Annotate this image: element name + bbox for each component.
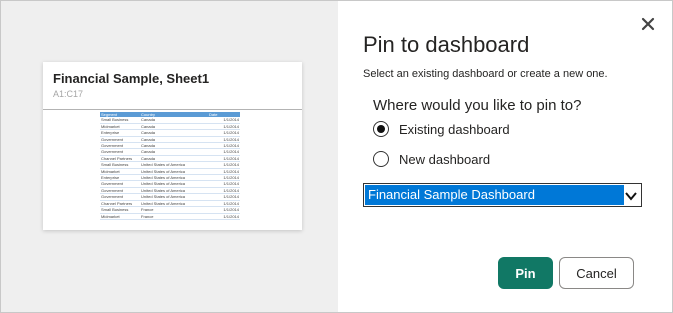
preview-table-row: Midmarket France 1/1/2014	[100, 213, 240, 220]
dashboard-select[interactable]: Financial Sample Dashboard	[363, 183, 642, 207]
existing-dashboard-label: Existing dashboard	[399, 121, 510, 137]
chevron-down-icon	[624, 189, 638, 201]
new-dashboard-label: New dashboard	[399, 151, 491, 167]
options-pane: Pin to dashboard Select an existing dash…	[338, 1, 672, 312]
pin-location-question: Where would you like to pin to?	[373, 97, 582, 114]
tile-title: Financial Sample, Sheet1	[53, 71, 210, 86]
new-dashboard-radio[interactable]	[373, 151, 389, 167]
dialog-title: Pin to dashboard	[363, 32, 530, 57]
dashboard-select-value: Financial Sample Dashboard	[365, 185, 624, 205]
dialog-subtitle: Select an existing dashboard or create a…	[363, 68, 608, 80]
existing-dashboard-radio[interactable]	[373, 121, 389, 137]
preview-table-cell: France	[140, 213, 208, 220]
tile-range: A1:C17	[53, 89, 84, 99]
preview-table: Segment Country Date Small Business Canad…	[100, 112, 240, 220]
pin-to-dashboard-dialog: Financial Sample, Sheet1 A1:C17 Segment …	[0, 0, 673, 313]
preview-table-cell: 1/1/2014	[208, 213, 240, 220]
existing-dashboard-option[interactable]: Existing dashboard	[373, 121, 510, 137]
tile-preview-card: Financial Sample, Sheet1 A1:C17 Segment …	[43, 62, 302, 230]
cancel-button[interactable]: Cancel	[559, 257, 634, 289]
pin-button[interactable]: Pin	[498, 257, 553, 289]
preview-pane: Financial Sample, Sheet1 A1:C17 Segment …	[1, 1, 338, 312]
new-dashboard-option[interactable]: New dashboard	[373, 151, 490, 167]
close-icon[interactable]	[640, 16, 656, 32]
preview-table-cell: Midmarket	[100, 213, 140, 220]
tile-divider	[43, 109, 302, 110]
